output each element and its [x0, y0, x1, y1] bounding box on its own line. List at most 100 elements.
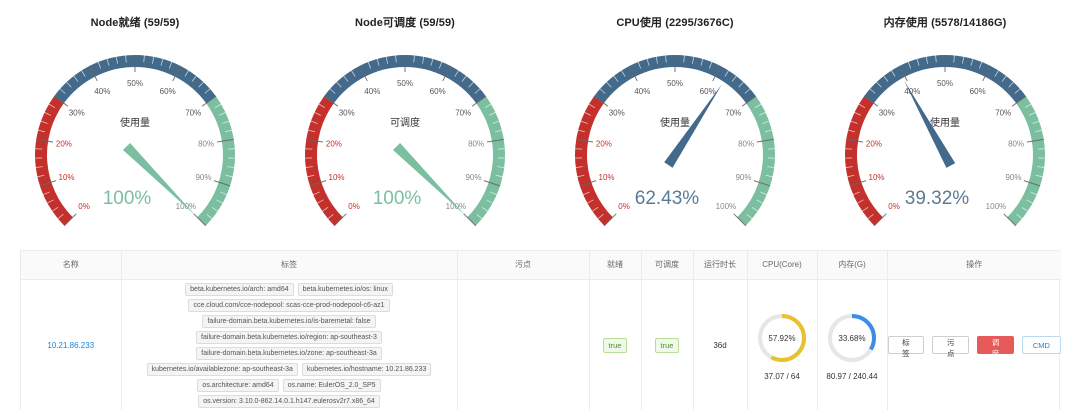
cmd-button[interactable]: CMD [1021, 336, 1061, 355]
gauge-tick-label: 40% [364, 87, 380, 96]
gauge-tick-label: 70% [455, 109, 471, 118]
cell-actions: 标签 污点 调度 CMD [887, 279, 1061, 410]
label-tag: kubernetes.io/hostname: 10.21.86.233 [301, 362, 432, 376]
gauge-tick-label: 40% [94, 87, 110, 96]
label-tag: os.name: EulerOS_2.0_SP5 [282, 378, 381, 392]
gauge-node-schedulable: Node可调度 (59/59) 0% 10% 20% 30% 40% 50% 60% 70% 8… [270, 0, 540, 240]
label-tag: failure-domain.beta.kubernetes.io/is-bar… [202, 314, 376, 328]
gauge-band-red [305, 96, 343, 226]
label-tag: os.architecture: amd64 [197, 378, 279, 392]
column-header-actions: 操作 [887, 251, 1061, 280]
gauge-tick-label: 70% [185, 109, 201, 118]
schedulable-status-badge: true [654, 337, 680, 353]
node-name-link[interactable]: 10.21.86.233 [47, 341, 94, 350]
gauge-tick-label: 0% [348, 202, 360, 211]
gauge-tick-label: 80% [198, 140, 214, 149]
gauge-value: 62.43% [635, 188, 700, 209]
tag-row: failure-domain.beta.kubernetes.io/region… [196, 330, 382, 344]
gauge-tick-label: 60% [970, 87, 986, 96]
gauge-tick-label: 90% [195, 173, 211, 182]
gauge-band-green [467, 96, 505, 226]
memory-usage-ring: 33.68% [828, 313, 876, 362]
label-tag: beta.kubernetes.io/arch: amd64 [185, 282, 294, 296]
gauge-tick-label: 10% [599, 173, 615, 182]
gauge-memory-usage: 内存使用 (5578/14186G) 0% 10% 20% 30% 40% 50% 60% 7… [810, 0, 1080, 240]
table-row: 10.21.86.233 beta.kubernetes.io/arch: am… [21, 279, 1061, 410]
gauge-tick-label: 100% [986, 202, 1006, 211]
schedule-button[interactable]: 调度 [977, 336, 1014, 358]
gauge-tick-label: 20% [596, 140, 612, 149]
labels-button[interactable]: 标签 [887, 336, 925, 358]
cell-name: 10.21.86.233 [21, 279, 122, 410]
cell-schedulable: true [641, 279, 694, 410]
gauge-tick-label: 20% [326, 140, 342, 149]
gauge-tick-label: 70% [995, 109, 1011, 118]
column-header-name: 名称 [21, 251, 122, 280]
label-tag: beta.kubernetes.io/os: linux [297, 282, 393, 296]
gauge-tick-label: 10% [59, 173, 75, 182]
gauge-tick-label: 90% [735, 173, 751, 182]
gauge-center-label: 使用量 [930, 116, 960, 129]
label-tag: failure-domain.beta.kubernetes.io/zone: … [196, 346, 382, 360]
gauge-band-green [1007, 96, 1045, 226]
column-header-cpu: CPU(Core) [747, 251, 818, 280]
label-tag: kubernetes.io/availablezone: ap-southeas… [146, 362, 298, 376]
gauge-tick-label: 100% [716, 202, 736, 211]
gauge-tick-label: 50% [937, 79, 953, 88]
gauge-tick-label: 50% [667, 79, 683, 88]
gauge-tick-label: 0% [78, 202, 90, 211]
gauge-band-green [737, 96, 775, 226]
gauge-cpu-usage: CPU使用 (2295/3676C) 0% 10% 20% 30% 40% 50% 60% 7… [540, 0, 810, 240]
column-header-ready: 就绪 [589, 251, 642, 280]
gauge-tick-label: 20% [866, 140, 882, 149]
memory-usage-value: 80.97 / 240.44 [826, 371, 878, 381]
tag-row: kubernetes.io/availablezone: ap-southeas… [146, 362, 432, 376]
gauge-tick-label: 30% [879, 109, 895, 118]
label-tag: failure-domain.beta.kubernetes.io/region… [196, 330, 382, 344]
gauge-tick-label: 80% [1008, 140, 1024, 149]
label-tag: os.version: 3.10.0-862.14.0.1.h147.euler… [198, 394, 380, 408]
gauge-band-green [197, 96, 235, 226]
gauge-band-red [845, 96, 883, 226]
label-tag-list: beta.kubernetes.io/arch: amd64 beta.kuber… [122, 281, 457, 410]
ring-percent: 33.68% [838, 334, 865, 343]
gauge-dial: 0%10%20%30%40%50%60%70%80%90%100%可调度100% [305, 54, 505, 227]
gauge-tick-label: 10% [869, 173, 885, 182]
gauge-tick-label: 60% [160, 87, 176, 96]
gauge-band-red [575, 96, 613, 226]
gauge-center-label: 使用量 [120, 116, 150, 129]
cell-ready: true [589, 279, 642, 410]
gauge-node-ready: Node就绪 (59/59) 0% 10% 20% 30% 40% 50% 60% 70% 80… [0, 0, 270, 240]
cell-taints [457, 279, 590, 410]
gauge-panel: Node就绪 (59/59) 0% 10% 20% 30% 40% 50% 60% 70% 80… [0, 0, 1080, 240]
cell-uptime: 36d [693, 279, 748, 410]
tag-row: cce.cloud.com/cce-nodepool: scas-cce-pro… [188, 298, 390, 312]
gauge-tick-label: 30% [69, 109, 85, 118]
gauge-center-label: 使用量 [660, 116, 690, 129]
gauge-value: 39.32% [905, 188, 970, 209]
tag-row: os.architecture: amd64 os.name: EulerOS_2… [197, 378, 381, 392]
gauge-value: 100% [373, 188, 422, 209]
tag-row: failure-domain.beta.kubernetes.io/is-bar… [202, 314, 376, 328]
tag-row: failure-domain.beta.kubernetes.io/zone: … [196, 346, 382, 360]
ready-status-badge: true [602, 337, 628, 353]
cpu-usage-value: 37.07 / 64 [764, 371, 800, 381]
node-table: 名称 标签 污点 就绪 可调度 运行时长 CPU(Core) 内存(G) 操作 … [20, 250, 1061, 410]
gauge-tick-label: 40% [634, 87, 650, 96]
gauge-tick-label: 80% [738, 140, 754, 149]
gauge-tick-label: 70% [725, 109, 741, 118]
column-header-memory: 内存(G) [817, 251, 888, 280]
gauge-tick-label: 90% [465, 173, 481, 182]
column-header-uptime: 运行时长 [693, 251, 748, 280]
gauge-tick-label: 60% [430, 87, 446, 96]
cell-memory: 33.68% 80.97 / 240.44 [817, 279, 888, 410]
gauge-tick-label: 60% [700, 87, 716, 96]
table-header-row: 名称 标签 污点 就绪 可调度 运行时长 CPU(Core) 内存(G) 操作 [21, 251, 1061, 280]
gauge-tick-label: 90% [1005, 173, 1021, 182]
gauge-tick-label: 50% [397, 79, 413, 88]
gauge-tick-label: 50% [127, 79, 143, 88]
gauge-center-label: 可调度 [390, 116, 420, 129]
cell-labels: beta.kubernetes.io/arch: amd64 beta.kuber… [121, 279, 458, 410]
taints-button[interactable]: 污点 [932, 336, 970, 358]
gauge-value: 100% [103, 188, 152, 209]
